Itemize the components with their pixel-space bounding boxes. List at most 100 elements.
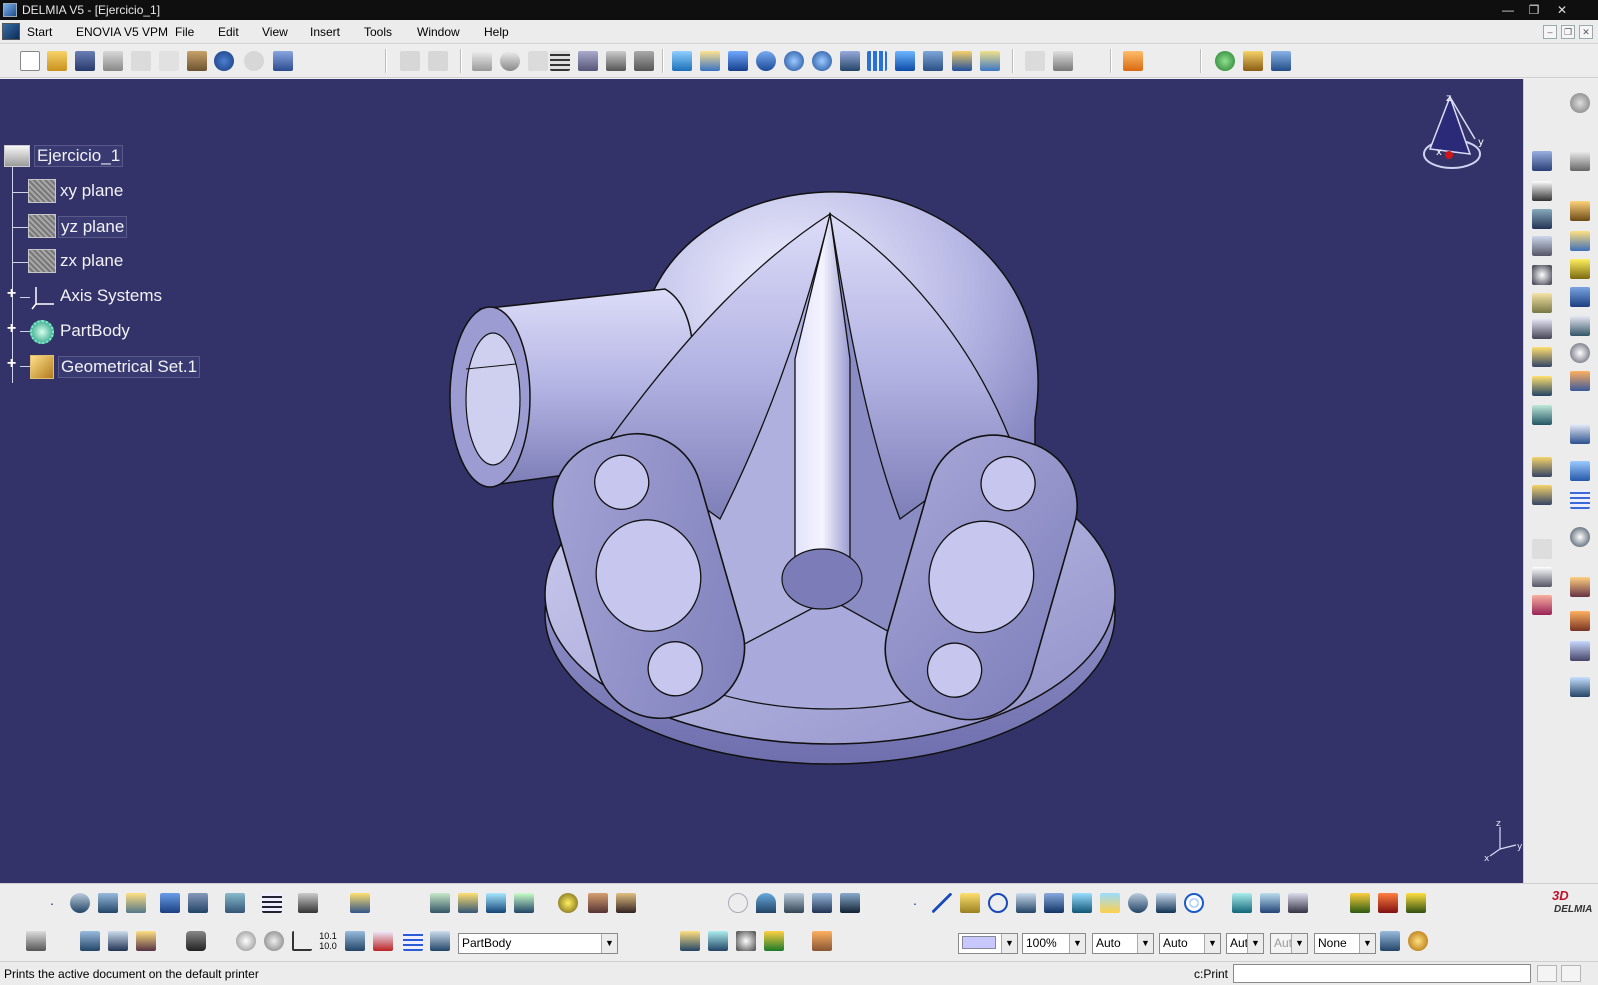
compass[interactable]: z x y <box>1423 93 1484 169</box>
linetype-select[interactable]: Auto ▼ <box>1092 933 1154 954</box>
arc-icon[interactable] <box>756 893 776 913</box>
translation-icon[interactable] <box>1570 424 1590 444</box>
status-button[interactable] <box>1537 965 1557 982</box>
tree-item-xy-plane[interactable]: xy plane <box>28 179 138 203</box>
rotate-icon[interactable] <box>756 51 776 71</box>
stiffener-icon[interactable] <box>1532 376 1552 396</box>
union-trim-icon[interactable] <box>1570 677 1590 697</box>
thread-icon[interactable] <box>1570 343 1590 363</box>
pad-icon[interactable] <box>1532 209 1552 229</box>
tree-item-yz-plane[interactable]: yz plane <box>28 214 138 238</box>
doc-minimize-button[interactable]: – <box>1543 25 1557 39</box>
start-menu-icon[interactable] <box>2 23 20 40</box>
lock-disabled-icon[interactable] <box>528 51 548 71</box>
connect-curve-icon[interactable] <box>98 893 118 913</box>
catalog-disabled-icon[interactable] <box>1025 51 1045 71</box>
healing-icon[interactable] <box>616 893 636 913</box>
insert-body-icon[interactable] <box>373 931 393 951</box>
show-constraints-icon[interactable] <box>160 893 180 913</box>
pan-icon[interactable] <box>728 51 748 71</box>
shaft-icon[interactable] <box>1532 293 1552 313</box>
sketch-icon[interactable] <box>1532 151 1552 171</box>
blend-icon[interactable] <box>588 893 608 913</box>
measure-inertia-icon[interactable] <box>136 931 156 951</box>
zoom-out-icon[interactable] <box>812 51 832 71</box>
plane-create-icon[interactable] <box>1532 457 1552 477</box>
normal-view-icon[interactable] <box>840 51 860 71</box>
mirror-icon[interactable] <box>1570 461 1590 481</box>
tree-item-label[interactable]: Axis Systems <box>58 286 164 306</box>
line-create-icon[interactable] <box>1532 485 1552 505</box>
knowledge-icon[interactable] <box>1260 893 1280 913</box>
fill-icon[interactable] <box>514 893 534 913</box>
parallel-curve-icon[interactable] <box>1128 893 1148 913</box>
expand-icon[interactable]: + <box>5 321 18 337</box>
projection-icon[interactable] <box>1072 893 1092 913</box>
current-body-select[interactable]: PartBody ▼ <box>458 933 618 954</box>
helix-icon[interactable] <box>1044 893 1064 913</box>
analysis-icon[interactable] <box>634 51 654 71</box>
print-icon[interactable] <box>103 51 123 71</box>
hierarchical-number-icon[interactable]: 10.1 10.0 <box>318 931 338 951</box>
chevron-down-icon[interactable]: ▼ <box>1359 934 1375 953</box>
formula-icon[interactable] <box>472 51 492 71</box>
flyout-icon[interactable] <box>764 931 784 951</box>
grid-icon[interactable] <box>262 893 282 913</box>
gear-icon[interactable] <box>1570 93 1590 113</box>
connect-icon[interactable] <box>812 893 832 913</box>
multi-view-icon[interactable] <box>867 51 887 71</box>
fly-mode-icon[interactable] <box>672 51 692 71</box>
update-icon[interactable] <box>236 931 256 951</box>
sweep-icon[interactable] <box>486 893 506 913</box>
comment-icon[interactable] <box>500 51 520 71</box>
menu-help[interactable]: Help <box>484 25 509 39</box>
tree-item-label[interactable]: xy plane <box>58 181 125 201</box>
open-icon[interactable] <box>47 51 67 71</box>
sketch-tool-icon[interactable] <box>126 893 146 913</box>
positioned-sketch-icon[interactable] <box>1532 181 1552 201</box>
measure-icon[interactable] <box>606 51 626 71</box>
menu-enovia[interactable]: ENOVIA V5 VPM <box>76 25 168 39</box>
chevron-down-icon[interactable]: ▼ <box>601 934 617 953</box>
boolean-remove-icon[interactable] <box>1570 641 1590 661</box>
analysis-display-icon[interactable] <box>1232 893 1252 913</box>
copy-icon[interactable] <box>159 51 179 71</box>
text-with-leader-icon[interactable] <box>1532 539 1552 559</box>
sphere-icon[interactable] <box>558 893 578 913</box>
list-icon[interactable] <box>403 931 423 951</box>
remove-face-icon[interactable] <box>1570 371 1590 391</box>
menu-edit[interactable]: Edit <box>218 25 239 39</box>
chevron-down-icon[interactable]: ▼ <box>1137 934 1153 953</box>
camera-icon[interactable] <box>186 931 206 951</box>
measure-item-icon[interactable] <box>108 931 128 951</box>
flag-note-icon[interactable] <box>1532 567 1552 587</box>
folder-search-icon[interactable] <box>1243 51 1263 71</box>
tree-item-zx-plane[interactable]: zx plane <box>28 249 138 273</box>
chevron-down-icon[interactable]: ▼ <box>1204 934 1220 953</box>
select-arrow-icon[interactable] <box>1123 51 1143 71</box>
doc-restore-button[interactable]: ❐ <box>1561 25 1575 39</box>
web-icon[interactable] <box>1215 51 1235 71</box>
doc-close-button[interactable]: ✕ <box>1579 25 1593 39</box>
record-icon[interactable] <box>1378 893 1398 913</box>
tree-item-label[interactable]: Geometrical Set.1 <box>58 356 201 378</box>
iso-view-icon[interactable] <box>895 51 915 71</box>
chamfer-icon[interactable] <box>1570 231 1590 251</box>
catalog-component-icon[interactable] <box>680 931 700 951</box>
format-painter-icon[interactable] <box>1380 931 1400 951</box>
circle-icon[interactable] <box>988 893 1008 913</box>
target-icon[interactable] <box>736 931 756 951</box>
pocket-icon[interactable] <box>1532 236 1552 256</box>
intersection-icon[interactable] <box>1100 893 1120 913</box>
rib-icon[interactable] <box>1532 319 1552 339</box>
undo-icon[interactable] <box>214 51 234 71</box>
spiral-icon[interactable] <box>1184 893 1204 913</box>
menu-file[interactable]: File <box>175 25 194 39</box>
solid-combine-icon[interactable] <box>1532 405 1552 425</box>
layer-icon[interactable] <box>350 893 370 913</box>
new-icon[interactable] <box>20 51 40 71</box>
menu-insert[interactable]: Insert <box>310 25 340 39</box>
chevron-down-icon[interactable]: ▼ <box>1247 934 1263 953</box>
measure-between-icon[interactable] <box>80 931 100 951</box>
expand-icon[interactable]: + <box>5 356 18 372</box>
